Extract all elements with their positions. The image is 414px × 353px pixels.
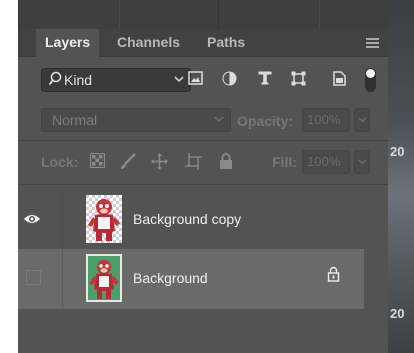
opacity-label: Opacity:: [237, 113, 294, 129]
dock-grip[interactable]: [218, 0, 320, 29]
blend-mode-label: Normal: [52, 112, 98, 128]
visibility-toggle[interactable]: [18, 249, 44, 309]
opacity-input[interactable]: 100%: [302, 108, 350, 132]
chevron-down-icon: [358, 159, 367, 165]
chevron-down-icon: [174, 76, 184, 83]
adjustment-layer-filter-icon[interactable]: [222, 71, 237, 86]
layer-row-background[interactable]: Background: [18, 249, 364, 309]
lock-transparent-pixels-icon[interactable]: [90, 153, 105, 168]
lock-artboard-icon[interactable]: [185, 153, 202, 170]
panel-tab-bar: Layers Channels Paths: [18, 29, 388, 57]
dock-grip[interactable]: [18, 0, 120, 29]
layer-name: Background: [133, 270, 208, 286]
lock-label: Lock:: [41, 154, 79, 170]
fill-dropdown[interactable]: [354, 150, 370, 174]
eye-icon: [24, 215, 40, 223]
filter-kind-select[interactable]: Kind: [41, 68, 191, 92]
visibility-toggle[interactable]: [18, 190, 44, 250]
lock-image-pixels-icon[interactable]: [120, 153, 136, 170]
link-column: [62, 190, 81, 250]
panel-dock-bar: [18, 0, 388, 29]
toggle-knob: [366, 69, 375, 78]
link-column: [62, 249, 81, 309]
lock-position-icon[interactable]: [151, 153, 168, 170]
layer-list: Background copy Background: [18, 190, 388, 353]
page-background: [0, 0, 18, 353]
fill-label: Fill:: [272, 154, 297, 170]
layer-thumbnail-copy: [86, 195, 122, 243]
layers-panel: Layers Channels Paths Kind Normal Opacit…: [18, 0, 388, 353]
search-icon: [48, 71, 62, 86]
hidden-visibility-box: [26, 270, 41, 285]
lock-all-icon[interactable]: [219, 153, 233, 170]
fill-input[interactable]: 100%: [302, 150, 350, 174]
layer-filter-row: Kind: [18, 57, 388, 103]
opacity-dropdown[interactable]: [354, 108, 370, 132]
tab-layers[interactable]: Layers: [36, 29, 100, 57]
hamburger-menu-icon[interactable]: [366, 38, 379, 50]
smart-object-filter-icon[interactable]: [333, 71, 346, 86]
layer-row-background-copy[interactable]: Background copy: [18, 190, 364, 251]
monkey-thumbnail: [88, 256, 120, 300]
filter-kind-label: Kind: [64, 72, 93, 88]
type-layer-filter-icon[interactable]: [258, 71, 272, 85]
chevron-down-icon: [358, 117, 367, 123]
filter-toggle[interactable]: [365, 68, 376, 92]
layer-thumbnail-background: [86, 254, 122, 302]
canvas-area[interactable]: 20 20: [388, 0, 414, 353]
canvas-label-bottom: 20: [390, 306, 405, 321]
chevron-down-icon: [214, 116, 224, 123]
tab-paths[interactable]: Paths: [198, 29, 254, 56]
blend-mode-row: Normal Opacity: 100%: [18, 105, 388, 137]
lock-icon[interactable]: [327, 266, 340, 282]
canvas-label-top: 20: [390, 144, 405, 159]
pixel-layer-filter-icon[interactable]: [188, 71, 203, 85]
shape-layer-filter-icon[interactable]: [291, 71, 306, 86]
empty-layer-area: [18, 310, 364, 353]
tab-channels[interactable]: Channels: [108, 29, 189, 56]
divider: [18, 184, 388, 185]
blend-mode-select[interactable]: Normal: [41, 108, 231, 132]
lock-row: Lock: Fill: 100%: [18, 144, 388, 180]
layer-name: Background copy: [133, 211, 242, 227]
monkey-thumbnail: [86, 195, 122, 243]
divider: [18, 140, 388, 141]
